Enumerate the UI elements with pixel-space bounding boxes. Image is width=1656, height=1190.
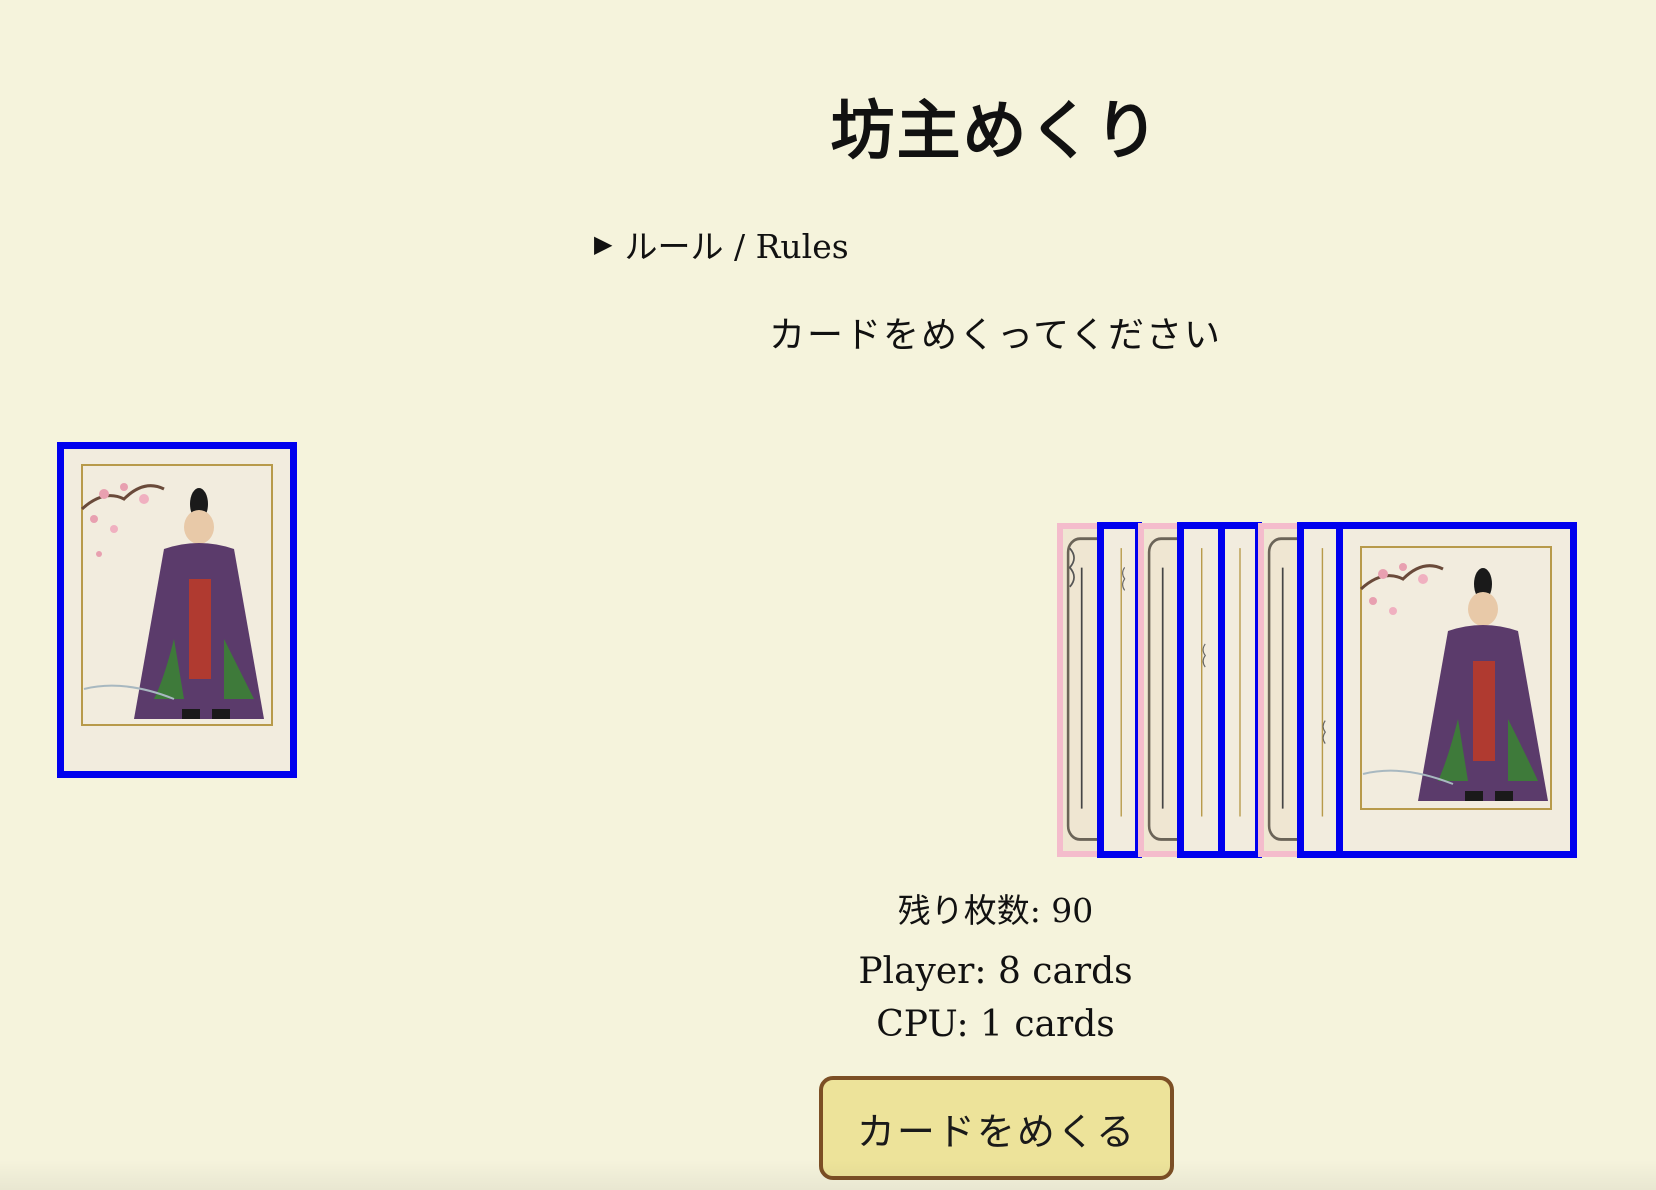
- player-top-card-noble: [1336, 522, 1577, 858]
- cpu-card-noble: [57, 442, 297, 778]
- card-edge-illustration: [1104, 529, 1135, 851]
- game-message: カードをめくってください: [768, 315, 1223, 356]
- remaining-count: 残り枚数: 90: [897, 891, 1094, 930]
- noble-illustration: [64, 449, 290, 771]
- player-card-count: Player: 8 cards: [858, 951, 1133, 992]
- noble-illustration: [1343, 529, 1570, 851]
- player-card: [1218, 522, 1262, 858]
- page-title: 坊主めくり: [830, 94, 1161, 169]
- rules-label: ルール / Rules: [624, 227, 849, 266]
- disclosure-triangle-icon: ▶: [594, 230, 613, 258]
- bottom-shade: [0, 1160, 1656, 1190]
- card-edge-illustration: [1225, 529, 1255, 851]
- player-card: [1097, 522, 1142, 858]
- card-edge-illustration: [1304, 529, 1338, 851]
- rules-toggle[interactable]: ▶ ルール / Rules: [594, 220, 849, 268]
- cpu-card-count: CPU: 1 cards: [876, 1004, 1115, 1045]
- card-edge-illustration: [1184, 529, 1218, 851]
